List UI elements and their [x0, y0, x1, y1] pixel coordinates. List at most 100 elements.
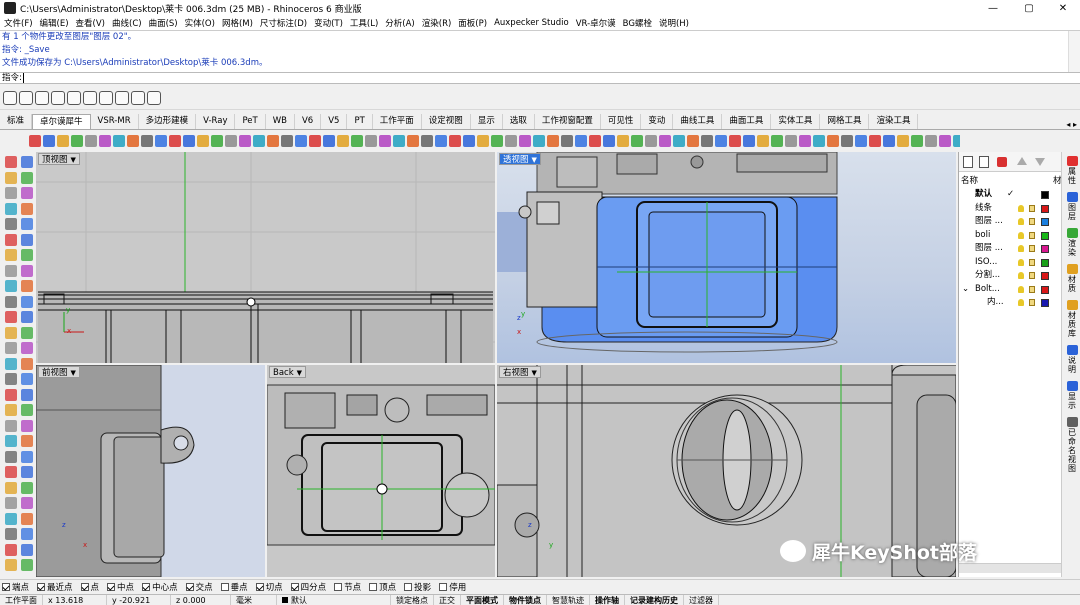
- status-ortho[interactable]: 正交: [434, 594, 461, 605]
- tab-tool-icon[interactable]: [715, 134, 727, 147]
- osnap-checkbox[interactable]: [2, 582, 10, 591]
- tab-tool-icon[interactable]: [743, 134, 755, 147]
- osnap-6[interactable]: 垂点: [220, 581, 248, 593]
- layer-color-swatch[interactable]: [1041, 204, 1049, 213]
- viewport-title-top[interactable]: 顶视图 ▼: [38, 153, 80, 165]
- viewport-top[interactable]: x y 顶视图 ▼: [36, 152, 495, 363]
- tab-tool-icon[interactable]: [701, 134, 713, 147]
- toolbar-tool-icon[interactable]: [147, 90, 161, 105]
- tab-tool-icon[interactable]: [869, 134, 881, 147]
- history-scrollbar[interactable]: [1068, 31, 1080, 73]
- left-tool-icon[interactable]: [5, 311, 17, 323]
- tab-tool-icon[interactable]: [281, 134, 293, 147]
- tab-tool-icon[interactable]: [71, 134, 83, 147]
- osnap-1[interactable]: 最近点: [37, 581, 73, 593]
- tab-tool-icon[interactable]: [771, 134, 783, 147]
- layer-color-swatch[interactable]: [1041, 258, 1049, 267]
- left-tool-icon[interactable]: [5, 357, 17, 370]
- tab-tool-icon[interactable]: [43, 134, 55, 147]
- osnap-checkbox[interactable]: [37, 582, 46, 591]
- osnap-checkbox[interactable]: [334, 582, 343, 591]
- viewport-title-right[interactable]: 右视图 ▼: [499, 366, 541, 378]
- visibility-bulb-icon[interactable]: [1018, 258, 1024, 266]
- tab-tool-icon[interactable]: [379, 134, 391, 147]
- tab-tool-icon[interactable]: [617, 134, 629, 147]
- osnap-5[interactable]: 交点: [185, 581, 213, 593]
- osnap-checkbox[interactable]: [404, 582, 413, 591]
- menu-item[interactable]: VR-卓尔谟: [576, 17, 616, 29]
- move-up-icon[interactable]: [1017, 157, 1027, 165]
- left-tool-icon[interactable]: [5, 559, 17, 571]
- command-input[interactable]: 指令:: [0, 72, 1080, 84]
- viewport-perspective[interactable]: x y z 透视图 ▼: [497, 152, 956, 363]
- tab-tool-icon[interactable]: [687, 134, 699, 147]
- left-tool-icon[interactable]: [21, 280, 33, 292]
- left-tool-icon[interactable]: [21, 342, 33, 354]
- layer-color-swatch[interactable]: [1041, 272, 1049, 280]
- left-tool-icon[interactable]: [5, 450, 17, 463]
- layer-color-swatch[interactable]: [1041, 191, 1049, 199]
- tab-item[interactable]: 标准: [0, 114, 33, 129]
- lock-icon[interactable]: [1029, 285, 1035, 293]
- toolbar-tool-icon[interactable]: [131, 90, 145, 105]
- left-tool-icon[interactable]: [5, 171, 17, 184]
- osnap-checkbox[interactable]: [142, 582, 151, 591]
- tab-tool-icon[interactable]: [225, 134, 237, 147]
- menu-item[interactable]: 工具(L): [350, 17, 378, 29]
- left-tool-icon[interactable]: [21, 543, 33, 556]
- osnap-checkbox[interactable]: [290, 582, 299, 591]
- left-tool-icon[interactable]: [21, 295, 33, 308]
- tab-item[interactable]: VSR-MR: [91, 114, 139, 129]
- new-sublayer-icon[interactable]: [979, 156, 989, 168]
- toolbar-tool-icon[interactable]: [19, 90, 33, 105]
- tab-item[interactable]: V6: [295, 114, 322, 129]
- tab-tool-icon[interactable]: [365, 134, 377, 147]
- toolbar-tool-icon[interactable]: [35, 90, 49, 105]
- tab-tool-icon[interactable]: [113, 134, 125, 147]
- osnap-checkbox[interactable]: [439, 582, 448, 591]
- menu-item[interactable]: 网格(M): [222, 17, 253, 29]
- layer-row[interactable]: ⌄ Bolt...: [959, 283, 1061, 296]
- tab-item[interactable]: PeT: [235, 114, 266, 129]
- lock-icon[interactable]: [1029, 218, 1035, 225]
- layer-row[interactable]: boli: [959, 229, 1061, 242]
- left-tool-icon[interactable]: [5, 528, 17, 540]
- tab-tool-icon[interactable]: [841, 134, 853, 147]
- tab-item[interactable]: 实体工具: [771, 114, 821, 129]
- left-tool-icon[interactable]: [5, 543, 17, 556]
- osnap-3[interactable]: 中点: [107, 581, 134, 593]
- tab-item[interactable]: WB: [266, 114, 295, 129]
- left-tool-icon[interactable]: [21, 357, 33, 370]
- side-tab[interactable]: 显示: [1065, 381, 1079, 410]
- left-tool-icon[interactable]: [5, 481, 17, 494]
- left-tool-icon[interactable]: [21, 187, 33, 199]
- left-tool-icon[interactable]: [21, 373, 33, 385]
- tab-tool-icon[interactable]: [575, 134, 587, 147]
- tab-tool-icon[interactable]: [57, 134, 69, 147]
- left-tool-icon[interactable]: [5, 342, 17, 354]
- tab-tool-icon[interactable]: [239, 134, 251, 147]
- menu-item[interactable]: 说明(H): [659, 17, 689, 29]
- tab-item[interactable]: V5: [321, 114, 348, 129]
- status-smarttrack[interactable]: 智慧轨迹: [547, 594, 590, 605]
- tab-tool-icon[interactable]: [477, 134, 489, 147]
- tab-tool-icon[interactable]: [589, 134, 601, 147]
- left-tool-icon[interactable]: [21, 559, 33, 571]
- left-tool-icon[interactable]: [5, 373, 17, 385]
- visibility-bulb-icon[interactable]: [1018, 285, 1024, 293]
- new-layer-icon[interactable]: [963, 156, 973, 168]
- left-tool-icon[interactable]: [5, 466, 17, 478]
- menu-item[interactable]: 实体(O): [185, 17, 215, 29]
- layer-row[interactable]: 默认 ✓: [959, 188, 1061, 201]
- maximize-button[interactable]: ▢: [1012, 0, 1046, 16]
- tab-tool-icon[interactable]: [897, 134, 909, 147]
- tab-tool-icon[interactable]: [925, 134, 937, 147]
- tab-tool-icon[interactable]: [253, 134, 265, 147]
- menu-item[interactable]: 曲面(S): [149, 17, 178, 29]
- tab-tool-icon[interactable]: [519, 134, 531, 147]
- tab-tool-icon[interactable]: [323, 134, 335, 147]
- tab-tool-icon[interactable]: [953, 134, 960, 147]
- viewport-title-back[interactable]: Back ▼: [269, 366, 307, 378]
- left-tool-icon[interactable]: [21, 512, 33, 525]
- side-tab[interactable]: 图层: [1065, 192, 1079, 221]
